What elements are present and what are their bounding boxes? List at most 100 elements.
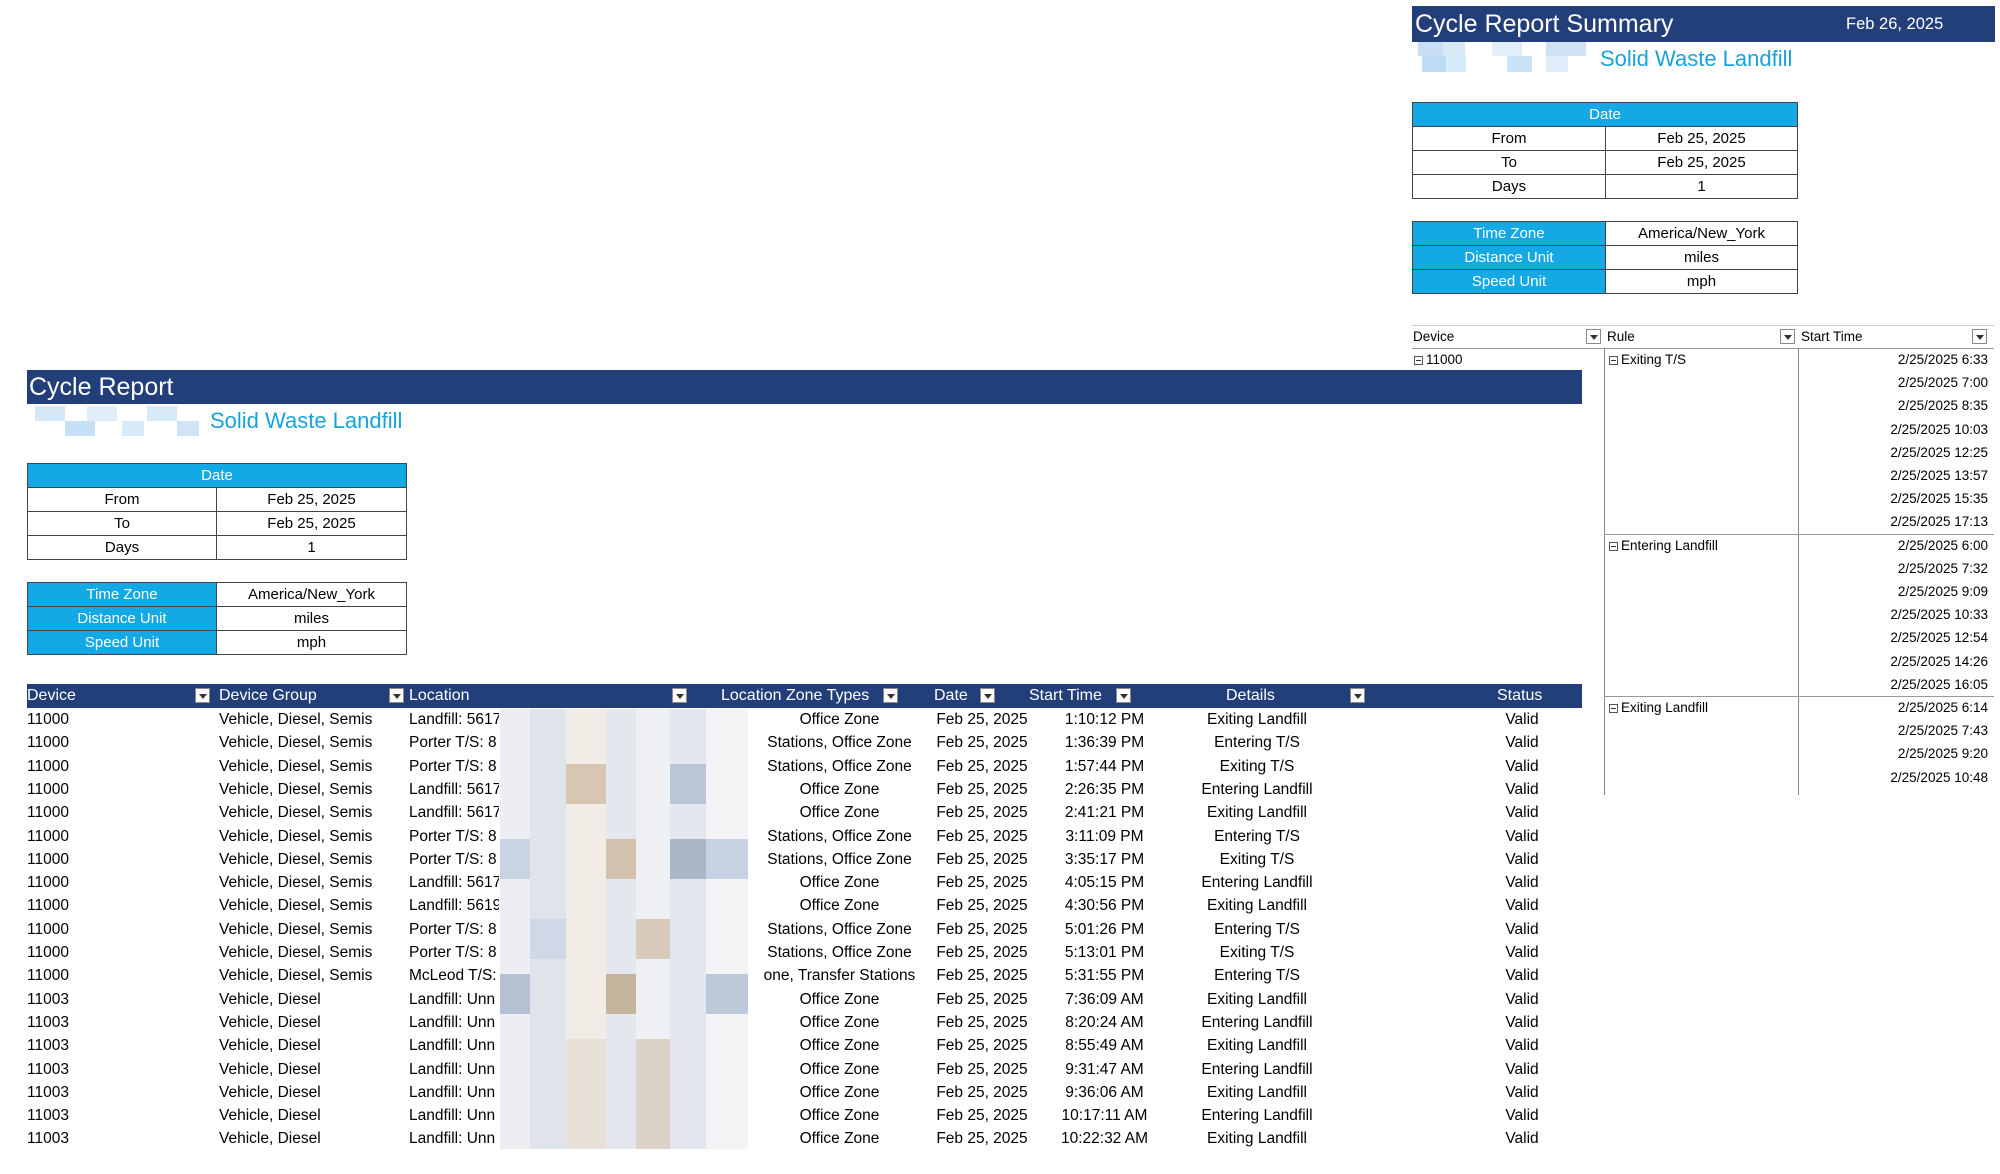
report-dist-label: Distance Unit <box>27 606 217 631</box>
device-group-filter-button[interactable] <box>389 688 404 703</box>
pivot-start-time: 2/25/2025 9:20 <box>1897 746 1988 762</box>
cell-location: Landfill: Unn <box>409 1083 496 1101</box>
cell-location: Landfill: Unn <box>409 990 496 1008</box>
redacted-location-mosaic <box>500 709 748 1149</box>
cell-device: 11000 <box>27 711 69 728</box>
table-row: 11000 Vehicle, Diesel, Semis Porter T/S: 8… <box>27 755 1617 778</box>
device-filter-button[interactable] <box>195 688 210 703</box>
summary-title-bar: Cycle Report Summary Feb 26, 2025 <box>1412 6 1995 42</box>
table-row: 11003 Vehicle, Diesel Landfill: Unn Office … <box>27 1127 1617 1150</box>
report-days-value: 1 <box>216 535 407 560</box>
cell-device: 11000 <box>27 757 69 775</box>
report-date-table: Date From Feb 25, 2025 To Feb 25, 2025 D… <box>27 463 407 655</box>
table-row: 11000 Vehicle, Diesel, Semis Porter T/S: 8… <box>27 941 1617 964</box>
cell-details: Entering T/S <box>1214 920 1300 938</box>
summary-subtitle: Solid Waste Landfill <box>1600 46 1793 71</box>
cell-device: 11003 <box>27 1060 69 1078</box>
pivot-rule-group[interactable]: Entering Landfill <box>1609 538 1718 553</box>
cell-status: Valid <box>1505 944 1539 961</box>
cell-location: Porter T/S: 8 <box>409 827 497 845</box>
cycle-table-header: Device Device Group Location Location Zo… <box>27 684 1582 708</box>
summary-dist-label: Distance Unit <box>1412 245 1606 270</box>
table-row: 11000 Vehicle, Diesel, Semis Landfill: 561… <box>27 801 1617 824</box>
cell-status: Valid <box>1505 967 1539 985</box>
cell-status: Valid <box>1505 757 1539 775</box>
cell-location: Landfill: Unn <box>409 1060 496 1078</box>
cell-status: Valid <box>1505 920 1539 938</box>
pivot-start-time: 2/25/2025 13:57 <box>1890 468 1988 483</box>
cell-device-group: Vehicle, Diesel <box>219 990 321 1008</box>
summary-tz-label: Time Zone <box>1412 221 1606 246</box>
cell-location: Porter T/S: 8 <box>409 944 497 961</box>
cell-device: 11000 <box>27 780 69 798</box>
cell-device-group: Vehicle, Diesel, Semis <box>219 711 373 728</box>
col-header-device: Device <box>27 687 76 704</box>
cell-location: Porter T/S: 8 <box>409 850 497 868</box>
collapse-icon[interactable] <box>1414 355 1423 365</box>
cell-location-zone-types: Office Zone <box>799 990 880 1008</box>
pivot-start-time: 2/25/2025 10:33 <box>1890 607 1988 623</box>
cell-location-zone-types: Office Zone <box>799 874 880 892</box>
pivot-header-device: Device <box>1413 329 1455 344</box>
cell-device: 11003 <box>27 990 69 1008</box>
cell-device: 11000 <box>27 827 69 845</box>
summary-date: Feb 26, 2025 <box>1846 15 1944 33</box>
pivot-rule-filter-button[interactable] <box>1780 329 1795 344</box>
summary-dist-value: miles <box>1605 245 1798 270</box>
pivot-rule-label: Exiting T/S <box>1621 352 1687 367</box>
location-zone-types-filter-button[interactable] <box>883 688 898 703</box>
table-row: 11000 Vehicle, Diesel, Semis Porter T/S: 8… <box>27 825 1617 848</box>
cell-location-zone-types: Office Zone <box>799 1013 880 1031</box>
report-from-value: Feb 25, 2025 <box>216 487 407 512</box>
pivot-rule-group[interactable]: Exiting T/S <box>1609 352 1686 367</box>
cell-status: Valid <box>1505 1013 1539 1031</box>
summary-date-header: Date <box>1412 102 1798 127</box>
col-header-start-time: Start Time <box>1029 687 1102 704</box>
col-header-location-zone-types: Location Zone Types <box>721 687 870 704</box>
cell-device-group: Vehicle, Diesel, Semis <box>219 780 373 798</box>
pivot-header-start-time: Start Time <box>1801 329 1863 344</box>
collapse-icon[interactable] <box>1609 541 1618 551</box>
pivot-group-divider <box>1604 696 1994 697</box>
cell-device-group: Vehicle, Diesel, Semis <box>219 920 373 938</box>
summary-date-table: Date From Feb 25, 2025 To Feb 25, 2025 D… <box>1412 102 1798 294</box>
cell-device-group: Vehicle, Diesel, Semis <box>219 734 373 752</box>
cell-location-zone-types: Office Zone <box>799 711 880 728</box>
table-row: 11003 Vehicle, Diesel Landfill: Unn Office … <box>27 1104 1617 1127</box>
table-row: 11003 Vehicle, Diesel Landfill: Unn Office … <box>27 1011 1617 1034</box>
table-row: 11000 Vehicle, Diesel, Semis Porter T/S: 8… <box>27 848 1617 871</box>
cell-details: Entering Landfill <box>1201 1060 1313 1078</box>
col-header-location: Location <box>409 687 470 704</box>
table-row: 11000 Vehicle, Diesel, Semis Landfill: 561… <box>27 894 1617 917</box>
collapse-icon[interactable] <box>1609 355 1618 365</box>
pivot-start-time-sort-button[interactable] <box>1972 329 1987 344</box>
date-filter-button[interactable] <box>980 688 995 703</box>
cell-location: Landfill: 5617 <box>409 874 499 892</box>
cell-location-zone-types: Office Zone <box>799 804 880 822</box>
cell-device-group: Vehicle, Diesel <box>219 1083 321 1101</box>
cell-status: Valid <box>1505 850 1539 868</box>
location-filter-button[interactable] <box>672 688 687 703</box>
cell-details: Exiting T/S <box>1219 757 1295 775</box>
cell-location-zone-types: Office Zone <box>799 1130 880 1148</box>
pivot-start-time: 2/25/2025 10:48 <box>1890 769 1988 785</box>
summary-speed-label: Speed Unit <box>1412 269 1606 294</box>
report-tz-label: Time Zone <box>27 582 217 607</box>
pivot-rule-group[interactable]: Exiting Landfill <box>1609 700 1708 715</box>
pivot-device-11000[interactable]: 11000 <box>1414 352 1463 367</box>
summary-to-value: Feb 25, 2025 <box>1605 150 1798 175</box>
cell-device-group: Vehicle, Diesel <box>219 1060 321 1078</box>
details-filter-button[interactable] <box>1350 688 1365 703</box>
table-row: 11003 Vehicle, Diesel Landfill: Unn Office … <box>27 988 1617 1011</box>
cell-details: Exiting Landfill <box>1207 1130 1307 1148</box>
summary-from-value: Feb 25, 2025 <box>1605 126 1798 151</box>
pivot-start-time: 2/25/2025 15:35 <box>1890 491 1988 507</box>
cell-details: Exiting Landfill <box>1207 804 1307 822</box>
report-logo <box>27 404 202 438</box>
cell-location: Landfill: 5617 <box>409 804 499 822</box>
pivot-device-filter-button[interactable] <box>1586 329 1601 344</box>
report-to-label: To <box>27 511 217 536</box>
cell-location: Landfill: 5619 <box>409 897 499 915</box>
pivot-start-time: 2/25/2025 7:32 <box>1897 560 1988 576</box>
start-time-filter-button[interactable] <box>1116 688 1131 703</box>
